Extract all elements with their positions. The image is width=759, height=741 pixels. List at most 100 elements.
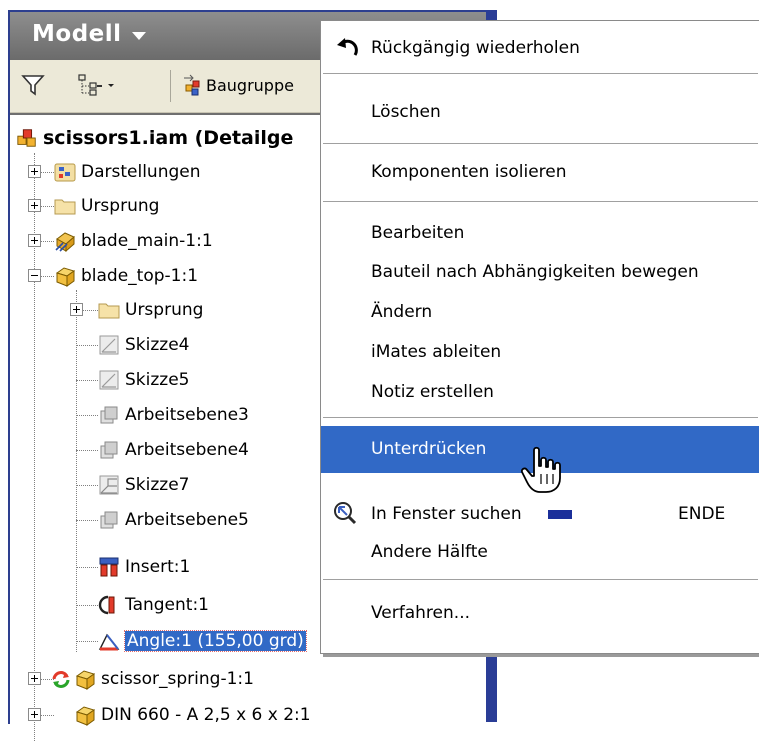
- menu-item-label: iMates ableiten: [371, 342, 502, 362]
- grounded-part-icon: [55, 232, 75, 252]
- tree-item-angle[interactable]: Angle:1 (155,00 grd): [98, 624, 307, 658]
- tree-item-label: Insert:1: [125, 557, 191, 577]
- tree-item-insert[interactable]: Insert:1: [98, 550, 190, 584]
- menu-item-change[interactable]: Ändern: [321, 293, 759, 331]
- chevron-down-icon[interactable]: [132, 32, 146, 40]
- sketch-icon: [99, 370, 119, 390]
- tree-item-blade-main[interactable]: blade_main-1:1: [54, 224, 213, 258]
- menu-item-delete[interactable]: Löschen: [321, 93, 759, 131]
- menu-item-label: Rückgängig wiederholen: [371, 38, 580, 58]
- assembly-file-icon: [17, 129, 36, 147]
- menu-item-edit[interactable]: Bearbeiten: [321, 214, 759, 252]
- tree-item-label: blade_top-1:1: [81, 266, 199, 286]
- tree-root[interactable]: scissors1.iam (Detailge: [16, 121, 293, 155]
- menu-item-shortcut: ENDE: [678, 504, 726, 524]
- tree-item-label: scissor_spring-1:1: [101, 669, 254, 689]
- tree-item-workplane3[interactable]: Arbeitsebene3: [98, 398, 249, 432]
- expand-toggle[interactable]: [28, 234, 41, 247]
- tree-item-label: blade_main-1:1: [81, 231, 213, 251]
- menu-item-redo[interactable]: Rückgängig wiederholen: [321, 29, 759, 67]
- tree-item-sketch7[interactable]: Skizze7: [98, 468, 189, 502]
- work-plane-icon: [100, 441, 118, 459]
- tree-item-origin-sub[interactable]: Ursprung: [98, 293, 203, 327]
- menu-item-move-part[interactable]: Bauteil nach Abhängigkeiten bewegen: [321, 253, 759, 291]
- menu-item-procedure[interactable]: Verfahren...: [321, 594, 759, 632]
- menu-item-derive-imates[interactable]: iMates ableiten: [321, 333, 759, 371]
- menu-item-label: Ändern: [371, 302, 433, 322]
- tree-item-din660[interactable]: DIN 660 - A 2,5 x 6 x 2:1: [74, 698, 311, 732]
- folder-icon: [98, 303, 120, 319]
- collapse-toggle[interactable]: [28, 269, 41, 282]
- tree-item-label: Arbeitsebene4: [125, 440, 249, 460]
- tree-item-sketch4[interactable]: Skizze4: [98, 328, 189, 362]
- menu-separator: [323, 73, 758, 74]
- menu-item-label: Bauteil nach Abhängigkeiten bewegen: [371, 262, 699, 282]
- menu-item-label: Unterdrücken: [371, 439, 487, 459]
- menu-separator: [323, 579, 758, 580]
- cursor-indicator: [548, 510, 572, 519]
- expand-toggle[interactable]: [28, 165, 41, 178]
- expand-toggle[interactable]: [28, 672, 41, 685]
- tree-item-label: Skizze5: [125, 370, 190, 390]
- menu-item-label: Löschen: [371, 102, 441, 122]
- tree-item-origin[interactable]: Ursprung: [54, 189, 159, 223]
- assembly-label: Baugruppe: [206, 75, 294, 95]
- tree-item-workplane5[interactable]: Arbeitsebene5: [98, 503, 249, 537]
- context-menu: Rückgängig wiederholen Löschen Komponent…: [320, 20, 759, 654]
- undo-icon: [337, 38, 358, 56]
- sketch-3d-icon: [99, 475, 119, 495]
- menu-item-label: Komponenten isolieren: [371, 162, 567, 182]
- work-plane-icon: [100, 406, 118, 424]
- part-icon: [75, 706, 96, 726]
- assembly-icon: [184, 74, 200, 96]
- insert-constraint-icon: [99, 557, 119, 577]
- panel-title[interactable]: Modell: [32, 21, 122, 47]
- adaptive-icon: [52, 671, 70, 688]
- assembly-view-button[interactable]: Baugruppe: [180, 66, 294, 104]
- menu-separator: [323, 417, 758, 418]
- expand-toggle[interactable]: [28, 199, 41, 212]
- filter-button[interactable]: [20, 66, 46, 104]
- tangent-constraint-icon: [98, 595, 115, 615]
- tree-item-workplane4[interactable]: Arbeitsebene4: [98, 433, 249, 467]
- menu-item-label: Bearbeiten: [371, 223, 465, 243]
- tree-item-label-selected: Angle:1 (155,00 grd): [124, 630, 307, 652]
- tree-item-label: Tangent:1: [125, 595, 209, 615]
- tree-view-dropdown[interactable]: [76, 66, 118, 104]
- menu-item-other-half[interactable]: Andere Hälfte: [321, 533, 759, 571]
- menu-item-isolate[interactable]: Komponenten isolieren: [321, 153, 759, 191]
- menu-item-find-in-window[interactable]: In Fenster suchen ENDE: [321, 495, 759, 533]
- menu-item-label: In Fenster suchen: [371, 504, 522, 524]
- toolbar-separator: [170, 70, 171, 102]
- tree-item-label: Skizze4: [125, 335, 190, 355]
- menu-item-label: Verfahren...: [371, 603, 470, 623]
- expand-toggle[interactable]: [28, 708, 41, 721]
- menu-separator: [323, 143, 758, 144]
- representations-icon: [54, 163, 76, 182]
- tree-item-label: DIN 660 - A 2,5 x 6 x 2:1: [101, 705, 311, 725]
- menu-item-label: Notiz erstellen: [371, 382, 494, 402]
- chevron-down-icon: [108, 84, 114, 87]
- menu-item-label: Andere Hälfte: [371, 542, 488, 562]
- find-in-window-icon: [334, 502, 357, 525]
- angle-constraint-icon: [98, 633, 120, 651]
- tree-item-blade-top[interactable]: blade_top-1:1: [54, 259, 198, 293]
- tree-item-label: Arbeitsebene3: [125, 405, 249, 425]
- expand-toggle[interactable]: [70, 303, 83, 316]
- folder-icon: [54, 199, 76, 215]
- hand-cursor-icon: [520, 446, 561, 493]
- tree-item-scissor-spring[interactable]: scissor_spring-1:1: [50, 662, 254, 696]
- tree-item-label: Arbeitsebene5: [125, 510, 249, 530]
- tree-item-representations[interactable]: Darstellungen: [54, 155, 201, 189]
- tree-item-label: Ursprung: [81, 196, 160, 216]
- menu-item-create-note[interactable]: Notiz erstellen: [321, 373, 759, 411]
- tree-item-tangent[interactable]: Tangent:1: [98, 588, 209, 622]
- work-plane-icon: [100, 511, 118, 529]
- adaptive-part-icon: [75, 670, 96, 690]
- tree-item-label: Skizze7: [125, 475, 190, 495]
- tree-item-label: Ursprung: [125, 300, 204, 320]
- sketch-icon: [99, 335, 119, 355]
- part-icon: [55, 267, 76, 287]
- tree-root-label: scissors1.iam (Detailge: [43, 127, 294, 149]
- tree-item-sketch5[interactable]: Skizze5: [98, 363, 189, 397]
